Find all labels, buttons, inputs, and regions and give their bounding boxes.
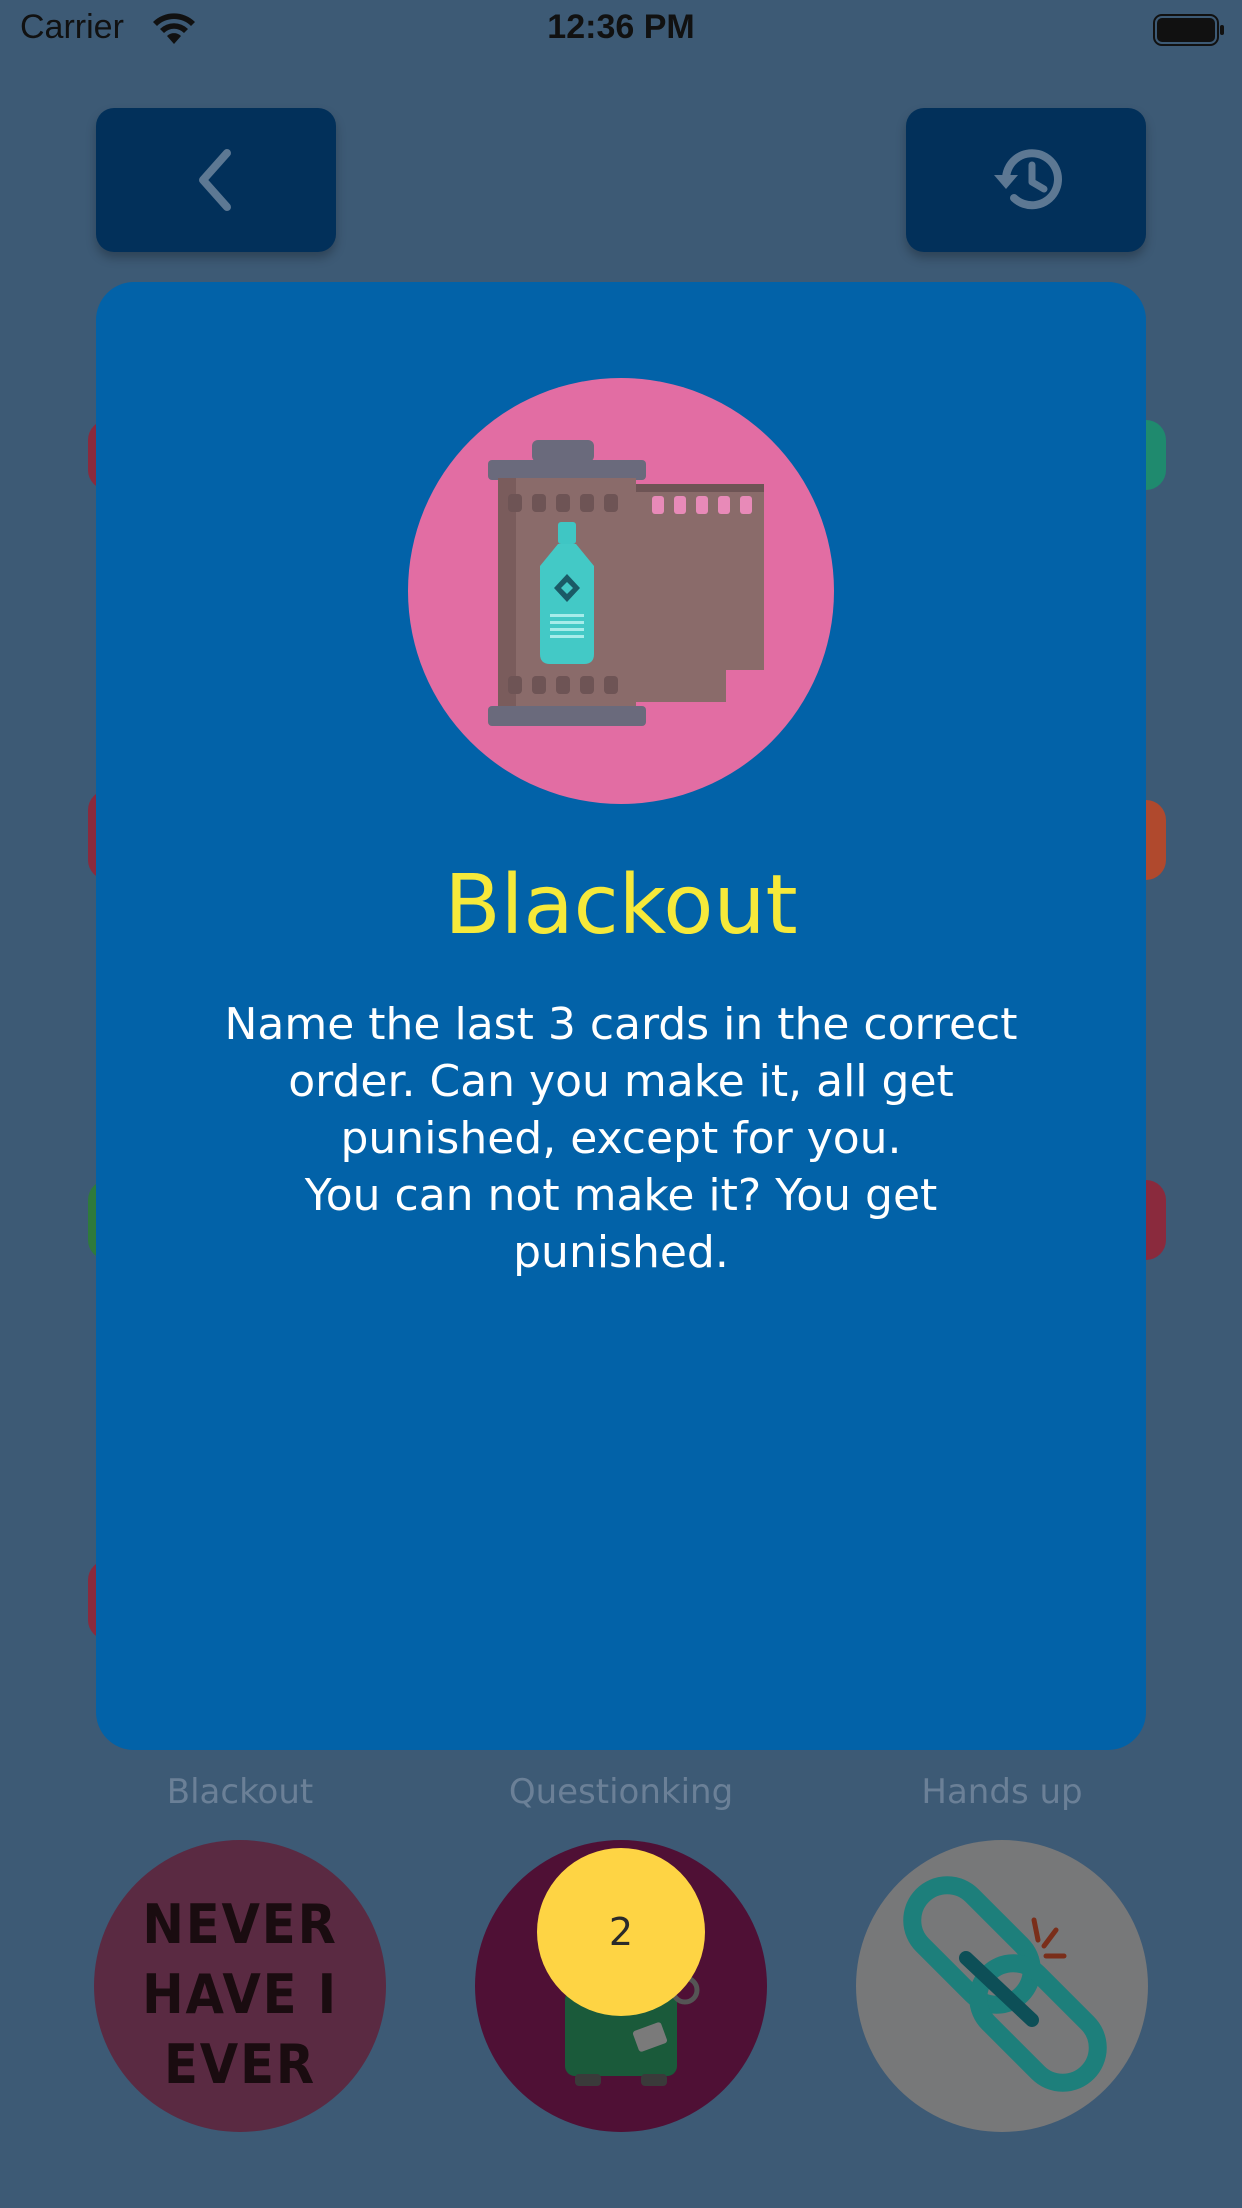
game-option-hands-up[interactable]: Hands up (852, 1772, 1152, 2152)
battery-icon (1153, 14, 1224, 46)
game-label: Hands up (921, 1772, 1083, 1812)
game-label: Blackout (166, 1772, 314, 1812)
status-time: 12:36 PM (547, 8, 695, 46)
logo-text: NEVER HAVE I EVER (142, 1893, 338, 2096)
game-label: Questionking (508, 1772, 734, 1812)
history-icon (994, 149, 1062, 210)
game-card[interactable]: Blackout Name the last 3 cards in the co… (96, 282, 1146, 1750)
card-title: Blackout (444, 858, 798, 953)
card-description: Name the last 3 cards in the correct ord… (224, 999, 1018, 1278)
back-button[interactable] (96, 108, 336, 252)
status-bar: Carrier 12:36 PM (0, 0, 1242, 62)
never-have-i-ever-logo: NEVER HAVE I EVER (94, 1840, 386, 2132)
history-button[interactable] (906, 108, 1146, 252)
broken-chain-icon (856, 1840, 1148, 2132)
film-roll-bottle-icon (408, 378, 834, 804)
count-badge: 2 (537, 1848, 705, 2016)
chevron-left-icon (199, 149, 231, 211)
game-option-blackout[interactable]: Blackout NEVER HAVE I EVER (90, 1772, 390, 2152)
